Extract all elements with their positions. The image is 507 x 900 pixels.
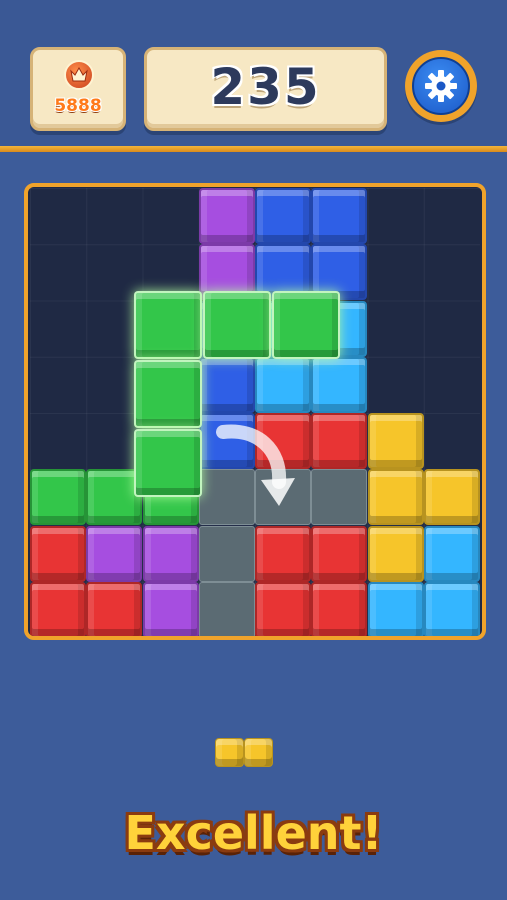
board-block-blue xyxy=(255,188,311,244)
gear-icon xyxy=(412,57,470,115)
board-block-purple xyxy=(86,525,143,582)
board-block-purple xyxy=(142,581,199,636)
ghost-cell xyxy=(198,581,255,636)
board-block-red xyxy=(255,581,311,636)
board-block-yellow xyxy=(423,469,480,526)
board-block-yellow xyxy=(367,413,424,469)
dragging-piece-block xyxy=(203,291,271,359)
drop-hint-arrow-icon xyxy=(216,424,295,506)
board-block-cyan xyxy=(423,581,480,636)
best-score-value: 5888 xyxy=(54,96,102,116)
ghost-cell xyxy=(198,525,255,582)
tray-piece[interactable] xyxy=(215,738,273,768)
dragging-piece-block xyxy=(134,429,202,497)
board-block-green xyxy=(30,469,86,526)
dragging-piece-block xyxy=(134,360,202,428)
feedback-message: Excellent! xyxy=(124,806,383,860)
dragging-piece-block xyxy=(272,291,340,359)
board-block-red xyxy=(86,581,143,636)
board-block-red xyxy=(30,525,86,582)
current-score: 235 xyxy=(210,58,321,116)
board-block-blue xyxy=(311,188,368,244)
score-panel: 235 xyxy=(144,47,387,131)
board-block-yellow xyxy=(367,469,424,526)
dragging-piece-block xyxy=(134,291,202,359)
settings-button[interactable] xyxy=(405,50,477,122)
crown-icon xyxy=(64,60,94,90)
board-block-purple xyxy=(198,188,255,244)
board-block-red xyxy=(311,581,368,636)
board-block-red xyxy=(255,525,311,582)
best-score-panel: 5888 xyxy=(30,47,126,131)
tray-piece-block xyxy=(215,738,244,767)
board-block-cyan xyxy=(423,525,480,582)
top-divider xyxy=(0,146,507,152)
tray-piece-block xyxy=(244,738,273,767)
board-block-red xyxy=(30,581,86,636)
board-block-yellow xyxy=(367,525,424,582)
board-block-red xyxy=(311,525,368,582)
board-block-purple xyxy=(142,525,199,582)
board-block-cyan xyxy=(367,581,424,636)
